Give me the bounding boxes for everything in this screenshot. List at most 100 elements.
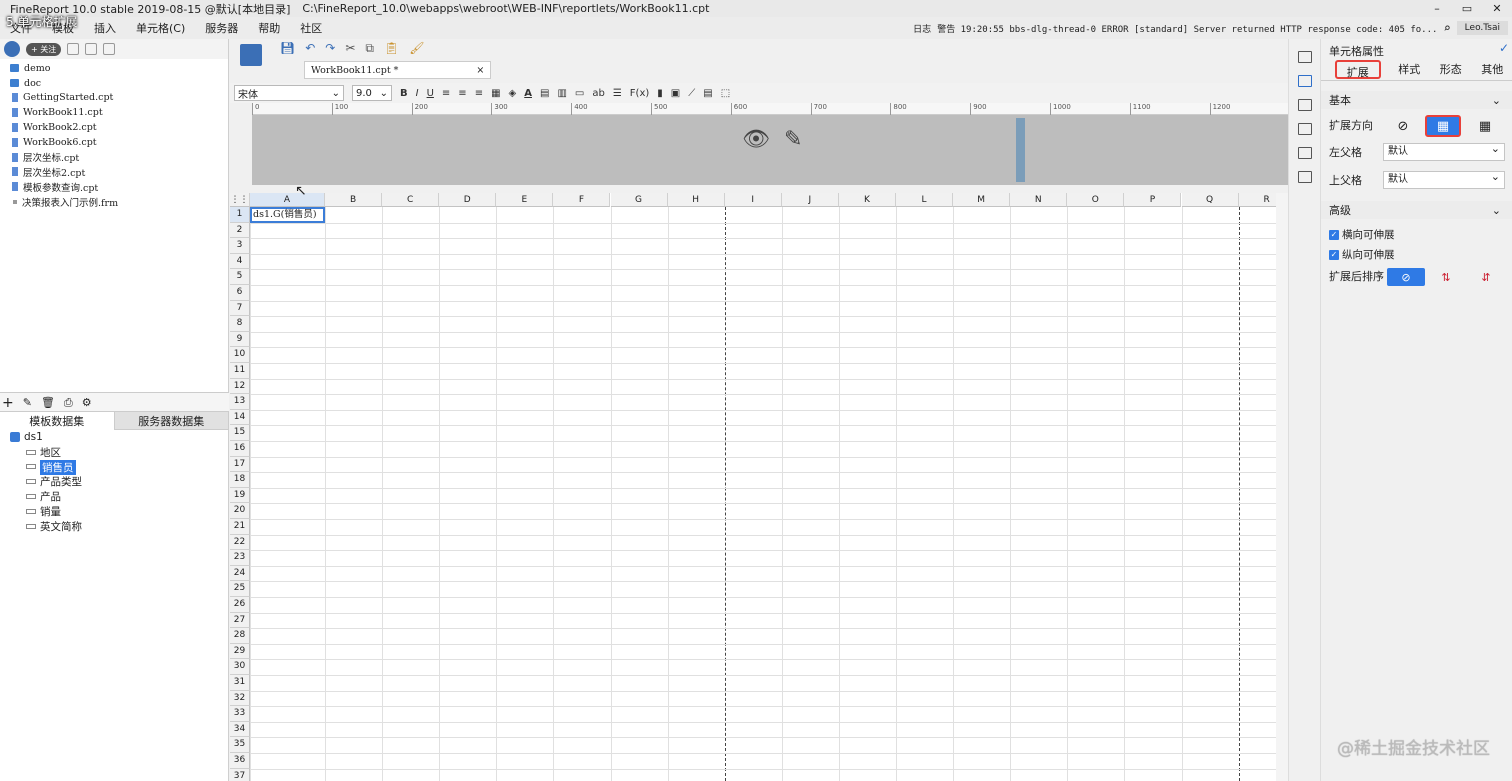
underline-icon[interactable]: U <box>427 88 434 99</box>
tree-item-demo[interactable]: demo <box>0 61 228 76</box>
row-header[interactable]: 35 <box>230 737 250 753</box>
column-header[interactable]: R <box>1238 193 1276 207</box>
row-header[interactable]: 5 <box>230 269 250 285</box>
unmerge-icon[interactable]: ▥ <box>557 88 566 99</box>
font-size-select[interactable]: 9.0 ⌄ <box>352 85 392 101</box>
condition-attribute-icon[interactable] <box>1298 147 1312 159</box>
font-select[interactable]: 宋体 ⌄ <box>234 85 344 101</box>
row-header[interactable]: 4 <box>230 253 250 270</box>
row-header[interactable]: 21 <box>230 519 250 535</box>
formula-icon[interactable]: F(x) <box>630 88 649 99</box>
column-header[interactable]: D <box>439 193 497 207</box>
delete-icon[interactable]: 🗑︎ <box>41 396 55 409</box>
hidden-eye-icon[interactable]: 👁︎ <box>742 127 770 152</box>
image-icon[interactable]: ▣ <box>671 88 680 99</box>
format-painter-icon[interactable]: 🖌︎ <box>409 41 424 56</box>
menu-item-insert[interactable]: 插入 <box>84 20 126 36</box>
row-header[interactable]: 36 <box>230 753 250 769</box>
menu-item-cell[interactable]: 单元格(C) <box>126 20 195 36</box>
insert-text-icon[interactable]: ▭ <box>575 88 584 99</box>
tree-item-file[interactable]: GettingStarted.cpt <box>0 91 228 106</box>
row-header[interactable]: 26 <box>230 597 250 613</box>
tab-workbook11[interactable]: WorkBook11.cpt * × <box>304 61 492 79</box>
search-icon[interactable]: ⌕ <box>1443 21 1450 35</box>
row-header[interactable]: 25 <box>230 581 250 597</box>
preview-icon[interactable]: ⎙ <box>64 396 73 410</box>
field-item[interactable]: 产品 <box>0 489 229 504</box>
row-header[interactable]: 3 <box>230 238 250 254</box>
row-header[interactable]: 30 <box>230 659 250 675</box>
add-dataset-icon[interactable]: + <box>2 395 14 411</box>
row-header[interactable]: 23 <box>230 550 250 566</box>
vertical-scrollbar[interactable] <box>1276 193 1288 781</box>
row-header[interactable]: 33 <box>230 706 250 722</box>
column-header[interactable]: H <box>667 193 725 207</box>
row-header[interactable]: 8 <box>230 316 250 332</box>
dataset-item[interactable]: ds1 <box>0 430 229 445</box>
align-left-icon[interactable]: ≡ <box>442 88 450 99</box>
column-header[interactable]: M <box>953 193 1011 207</box>
tab-form[interactable]: 形态 <box>1430 59 1472 80</box>
row-header[interactable]: 2 <box>230 222 250 239</box>
chart-icon[interactable]: ▮ <box>657 88 663 99</box>
text-icon[interactable]: ab <box>592 88 604 99</box>
slash-icon[interactable]: ⟋ <box>688 88 695 99</box>
tab-template-dataset[interactable]: 模板数据集 <box>0 411 114 430</box>
row-header[interactable]: 13 <box>230 394 250 410</box>
section-basic[interactable]: 基本 ⌄ <box>1321 91 1512 109</box>
column-header[interactable]: G <box>610 193 668 207</box>
horizontal-expandable-checkbox[interactable]: ✓ 横向可伸展 <box>1329 227 1395 242</box>
dataset-settings-icon[interactable]: ⚙ <box>82 396 92 409</box>
tree-item-file[interactable]: WorkBook11.cpt <box>0 105 228 120</box>
bold-icon[interactable]: B <box>400 88 408 99</box>
column-header[interactable]: L <box>896 193 954 207</box>
pencil-icon[interactable]: ✎ <box>784 127 802 152</box>
row-header[interactable]: 28 <box>230 628 250 644</box>
column-header[interactable]: Q <box>1181 193 1239 207</box>
column-header[interactable]: O <box>1067 193 1125 207</box>
row-header[interactable]: 14 <box>230 409 250 426</box>
subreport-icon[interactable]: ▤ <box>703 88 712 99</box>
row-header[interactable]: 11 <box>230 363 250 379</box>
row-header[interactable]: 29 <box>230 643 250 660</box>
menu-item-help[interactable]: 帮助 <box>248 20 290 36</box>
align-right-icon[interactable]: ≡ <box>475 88 483 99</box>
check-icon[interactable]: ✓ <box>1499 41 1509 55</box>
field-item[interactable]: 产品类型 <box>0 474 229 489</box>
maximize-icon[interactable]: ▭ <box>1452 0 1482 17</box>
fill-color-icon[interactable]: ◈ <box>509 88 517 99</box>
column-header[interactable]: I <box>724 193 782 207</box>
menu-item-community[interactable]: 社区 <box>290 20 332 36</box>
tree-item-file[interactable]: WorkBook2.cpt <box>0 120 228 135</box>
close-icon[interactable]: ✕ <box>1482 0 1512 17</box>
expand-horizontal-button[interactable]: ▦ <box>1467 115 1503 137</box>
column-header[interactable]: B <box>325 193 383 207</box>
row-header[interactable]: 15 <box>230 425 250 441</box>
vertical-expandable-checkbox[interactable]: ✓ 纵向可伸展 <box>1329 247 1395 262</box>
row-header[interactable]: 10 <box>230 347 250 363</box>
cell-element-icon[interactable] <box>1298 51 1312 63</box>
user-name[interactable]: Leo.Tsai <box>1456 21 1508 35</box>
row-header[interactable]: 1 <box>230 207 250 223</box>
row-header[interactable]: 34 <box>230 721 250 738</box>
copy-icon[interactable] <box>103 43 116 55</box>
column-header[interactable]: J <box>781 193 839 207</box>
frozen-icon[interactable]: ⬚ <box>721 88 730 99</box>
row-header[interactable]: 9 <box>230 331 250 348</box>
log-label[interactable]: 日志 <box>913 22 931 35</box>
new-folder-icon[interactable] <box>67 43 80 55</box>
cut-icon[interactable]: ✂ <box>345 41 355 56</box>
border-icon[interactable]: ▦ <box>491 88 500 99</box>
column-header[interactable]: C <box>382 193 440 207</box>
field-item[interactable]: 销量 <box>0 504 229 519</box>
row-header[interactable]: 12 <box>230 378 250 395</box>
follow-button[interactable]: + 关注 <box>26 42 62 56</box>
row-header[interactable]: 24 <box>230 565 250 582</box>
row-header[interactable]: 7 <box>230 300 250 317</box>
column-header[interactable]: K <box>838 193 896 207</box>
tab-server-dataset[interactable]: 服务器数据集 <box>113 411 229 430</box>
column-header[interactable]: N <box>1010 193 1068 207</box>
minimize-icon[interactable]: – <box>1422 0 1452 17</box>
tab-other[interactable]: 其他 <box>1472 59 1512 80</box>
row-header[interactable]: 6 <box>230 285 250 301</box>
